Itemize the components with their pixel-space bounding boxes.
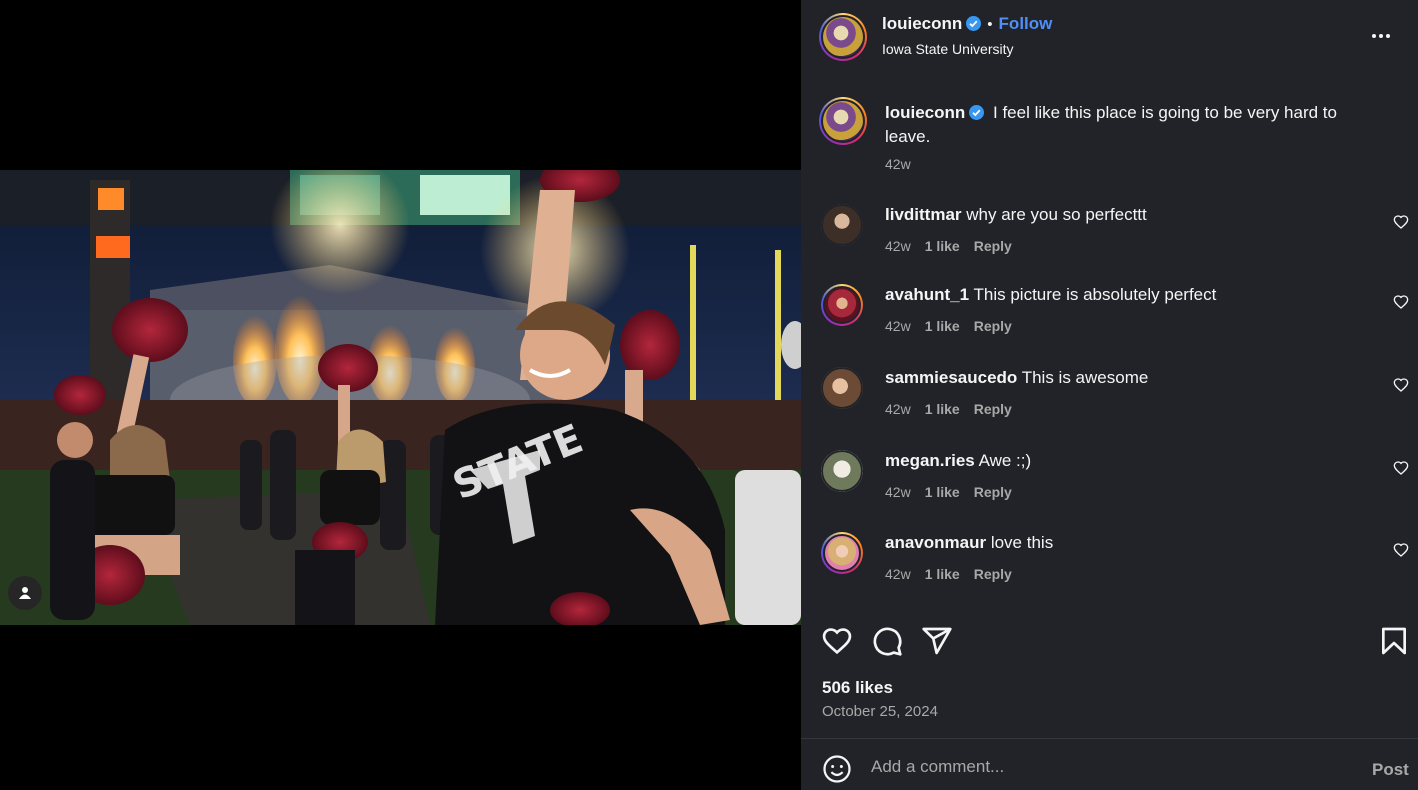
comment-input[interactable] [871,753,1351,781]
comment-age[interactable]: 42w [885,238,911,254]
post-location[interactable]: Iowa State University [882,41,1014,57]
comment-icon[interactable] [871,625,903,657]
post-comment-button[interactable]: Post [1372,760,1409,780]
comment-likes[interactable]: 1 like [925,484,960,500]
user-tag-icon [19,587,31,599]
comment-likes[interactable]: 1 like [925,401,960,417]
commenter-username[interactable]: livdittmar [885,205,962,224]
post-actions: 506 likes October 25, 2024 [801,606,1418,738]
stadium-cheer-photo: STATE [0,170,801,625]
heart-icon[interactable] [1393,542,1409,558]
post-caption: louieconn I feel like this place is goin… [885,102,1365,148]
comment-text-line: livdittmar why are you so perfecttt [885,204,1365,226]
comment-age[interactable]: 42w [885,401,911,417]
more-horizontal-icon[interactable] [1369,24,1393,48]
comment-meta: 42w 1 like Reply [885,238,1026,254]
comment-text-line: anavonmaur love this [885,532,1365,554]
author-line: louieconn • Follow [882,14,1052,36]
comment-age[interactable]: 42w [885,566,911,582]
comments-list[interactable]: louieconn I feel like this place is goin… [801,80,1418,605]
comment-meta: 42w 1 like Reply [885,318,1026,334]
heart-icon[interactable] [1393,214,1409,230]
comment-text: love this [990,533,1054,552]
comment-likes[interactable]: 1 like [925,318,960,334]
share-icon[interactable] [921,625,953,657]
comment-item: sammiesaucedo This is awesome 42w 1 like R… [801,367,1418,437]
user-tag-button[interactable] [8,576,42,610]
author-username[interactable]: louieconn [882,14,962,33]
emoji-icon[interactable] [822,754,852,784]
comment-item: megan.ries Awe :;) 42w 1 like Reply [801,450,1418,520]
caption-age[interactable]: 42w [885,156,911,172]
add-comment-bar: Post [801,738,1418,790]
reply-button[interactable]: Reply [974,401,1012,417]
comment-item: avahunt_1 This picture is absolutely per… [801,284,1418,354]
heart-icon[interactable] [1393,294,1409,310]
comment-text: This picture is absolutely perfect [973,285,1217,304]
comment-meta: 42w 1 like Reply [885,484,1026,500]
commenter-username[interactable]: anavonmaur [885,533,986,552]
author-avatar[interactable] [819,13,867,61]
comment-age[interactable]: 42w [885,484,911,500]
post-photo[interactable]: STATE [0,170,801,625]
commenter-avatar[interactable] [821,284,863,326]
commenter-username[interactable]: megan.ries [885,451,975,470]
comment-text-line: sammiesaucedo This is awesome [885,367,1365,389]
comment-item: anavonmaur love this 42w 1 like Reply [801,532,1418,602]
commenter-avatar[interactable] [821,532,863,574]
comment-text-line: megan.ries Awe :;) [885,450,1365,472]
likes-count[interactable]: 506 likes [822,678,893,698]
verified-badge-icon [966,16,982,36]
commenter-username[interactable]: sammiesaucedo [885,368,1017,387]
comment-age[interactable]: 42w [885,318,911,334]
comment-text: This is awesome [1021,368,1149,387]
bookmark-icon[interactable] [1378,625,1410,657]
post-media: STATE [0,0,801,790]
caption-avatar[interactable] [819,97,867,145]
commenter-avatar[interactable] [821,367,863,409]
commenter-avatar[interactable] [821,204,863,246]
post-side-panel: louieconn • Follow Iowa State University l… [801,0,1418,790]
comment-item: livdittmar why are you so perfecttt 42w 1… [801,204,1418,274]
comment-text: Awe :;) [978,451,1032,470]
verified-badge-icon [969,104,985,126]
heart-icon[interactable] [1393,377,1409,393]
separator-dot: • [987,16,993,33]
caption-username[interactable]: louieconn [885,103,965,122]
reply-button[interactable]: Reply [974,566,1012,582]
comment-meta: 42w 1 like Reply [885,566,1026,582]
reply-button[interactable]: Reply [974,238,1012,254]
commenter-avatar[interactable] [821,450,863,492]
reply-button[interactable]: Reply [974,484,1012,500]
comment-text-line: avahunt_1 This picture is absolutely per… [885,284,1365,306]
reply-button[interactable]: Reply [974,318,1012,334]
post-date: October 25, 2024 [822,703,938,720]
commenter-username[interactable]: avahunt_1 [885,285,969,304]
heart-icon[interactable] [1393,460,1409,476]
follow-button[interactable]: Follow [999,14,1053,33]
post-header: louieconn • Follow Iowa State University [801,0,1418,80]
comment-likes[interactable]: 1 like [925,238,960,254]
comment-text: why are you so perfecttt [966,205,1147,224]
comment-meta: 42w 1 like Reply [885,401,1026,417]
comment-likes[interactable]: 1 like [925,566,960,582]
like-heart-icon[interactable] [821,625,853,657]
